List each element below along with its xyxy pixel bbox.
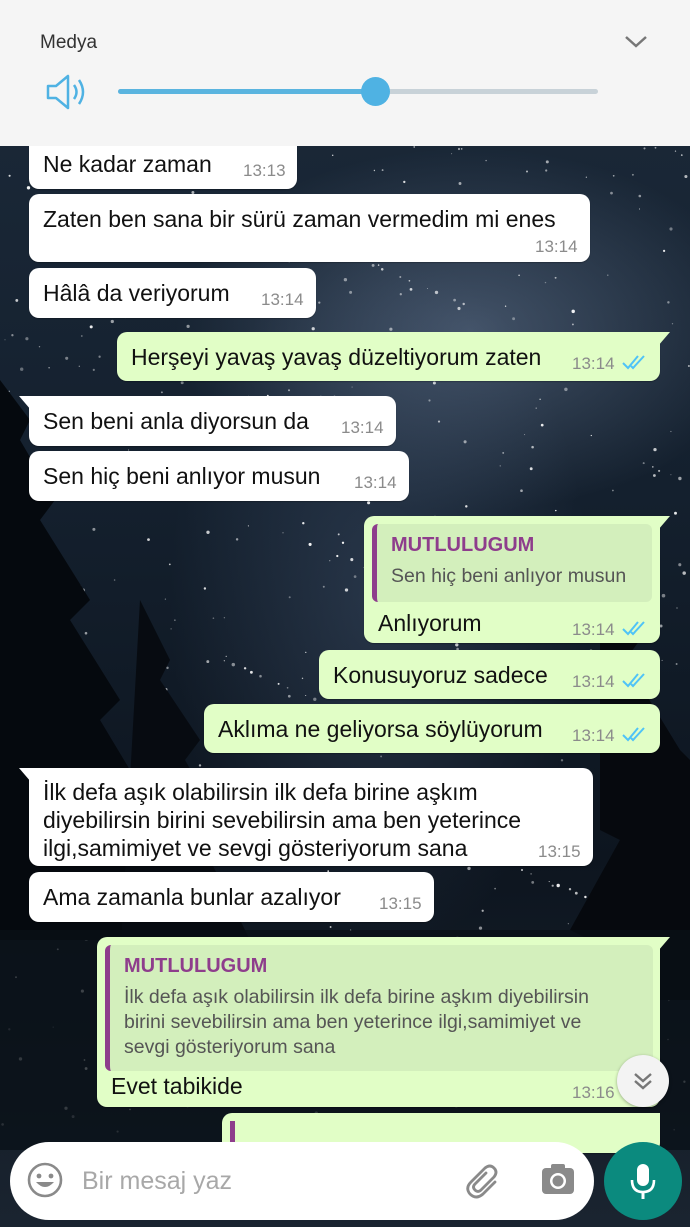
speaker-icon[interactable] (44, 72, 90, 112)
scroll-to-bottom-button[interactable] (617, 1055, 669, 1107)
message-time: 13:14 (354, 473, 397, 492)
volume-slider[interactable] (118, 77, 598, 106)
bubble-tail (19, 396, 31, 410)
message-text: Anlıyorum (378, 610, 482, 636)
message-outgoing-reply[interactable]: MUTLULUGUM Sen hiç beni anlıyor musun An… (364, 516, 670, 643)
quoted-message[interactable]: MUTLULUGUM İlk defa aşık olabilirsin ilk… (105, 945, 653, 1071)
media-volume-panel: Medya (0, 0, 690, 146)
bubble-tail (658, 332, 670, 346)
message-incoming[interactable]: Ama zamanla bunlar azalıyor 13:15 (29, 872, 434, 922)
bubble-tail (658, 516, 670, 530)
message-outgoing[interactable]: Herşeyi yavaş yavaş düzeltiyorum zaten 1… (117, 332, 670, 381)
message-time: 13:15 (538, 842, 581, 861)
message-text: Sen hiç beni anlıyor musun (43, 463, 321, 489)
message-incoming[interactable]: Sen hiç beni anlıyor musun 13:14 (29, 451, 409, 501)
message-outgoing[interactable]: Konusuyoruz sadece 13:14 (319, 650, 660, 699)
volume-slider-fill (118, 89, 375, 94)
message-time: 13:14 (535, 237, 578, 256)
message-incoming[interactable]: Hâlâ da veriyorum 13:14 (29, 268, 316, 318)
message-text: Evet tabikide (111, 1073, 243, 1099)
message-text: Zaten ben sana bir sürü zaman vermedim m… (43, 206, 556, 232)
message-time: 13:14 (572, 672, 615, 691)
read-receipt-icon (622, 727, 645, 742)
volume-slider-thumb[interactable] (360, 77, 390, 106)
microphone-button[interactable] (604, 1142, 682, 1220)
message-time: 13:14 (261, 290, 304, 309)
message-time: 13:14 (341, 418, 384, 437)
chevron-down-icon[interactable] (622, 30, 650, 52)
read-receipt-icon (622, 355, 645, 370)
message-incoming[interactable]: Ne kadar zaman 13:13 (29, 146, 297, 189)
paperclip-icon[interactable] (465, 1162, 503, 1200)
quoted-author: MUTLULUGUM (391, 534, 535, 556)
message-text: Hâlâ da veriyorum (43, 280, 230, 306)
microphone-icon (630, 1164, 656, 1199)
bubble-tail (19, 768, 31, 782)
volume-panel-title: Medya (40, 32, 98, 53)
message-time: 13:14 (572, 726, 615, 745)
message-time: 13:14 (572, 354, 615, 373)
message-incoming[interactable]: İlk defa aşık olabilirsin ilk defa birin… (19, 768, 593, 866)
message-text: Aklıma ne geliyorsa söylüyorum (218, 716, 543, 742)
read-receipt-icon (622, 673, 645, 688)
quoted-author: MUTLULUGUM (124, 955, 268, 977)
message-incoming[interactable]: Sen beni anla diyorsun da 13:14 (19, 396, 396, 446)
message-text: Ama zamanla bunlar azalıyor (43, 884, 341, 910)
message-incoming[interactable]: Zaten ben sana bir sürü zaman vermedim m… (29, 194, 590, 262)
message-text: Ne kadar zaman (43, 151, 212, 177)
message-outgoing[interactable]: Aklıma ne geliyorsa söylüyorum 13:14 (204, 704, 660, 753)
read-receipt-icon (622, 621, 645, 636)
message-time: 13:16 (572, 1083, 615, 1102)
message-time: 13:15 (379, 894, 422, 913)
message-time: 13:14 (572, 620, 615, 639)
message-text: İlk defa aşık olabilirsin ilk defa birin… (43, 779, 522, 861)
double-chevron-down-icon (634, 1073, 652, 1090)
message-input[interactable] (80, 1160, 444, 1202)
camera-icon[interactable] (540, 1162, 576, 1198)
message-text: Sen beni anla diyorsun da (43, 408, 309, 434)
message-text: Herşeyi yavaş yavaş düzeltiyorum zaten (131, 344, 542, 370)
message-text: Konusuyoruz sadece (333, 662, 548, 688)
message-outgoing-reply[interactable]: MUTLULUGUM İlk defa aşık olabilirsin ilk… (97, 937, 670, 1107)
quoted-text: İlk defa aşık olabilirsin ilk defa birin… (124, 986, 589, 1058)
message-composer (10, 1142, 594, 1220)
message-time: 13:13 (243, 161, 286, 180)
quoted-message[interactable]: MUTLULUGUM Sen hiç beni anlıyor musun (372, 524, 652, 602)
quoted-text: Sen hiç beni anlıyor musun (391, 565, 627, 587)
bubble-tail (658, 937, 670, 951)
emoji-icon[interactable] (26, 1161, 64, 1199)
